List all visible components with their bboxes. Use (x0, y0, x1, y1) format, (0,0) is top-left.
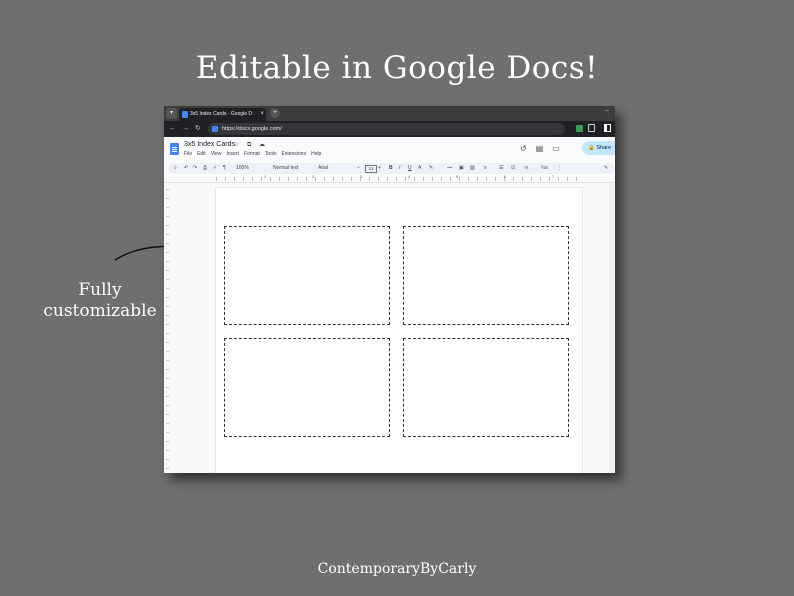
minimize-icon[interactable]: – (605, 107, 609, 114)
header-icons: ↺ ▤ ▭ (520, 144, 560, 153)
vertical-ruler (166, 189, 169, 469)
history-icon[interactable]: ↺ (520, 144, 527, 153)
line-spacing-icon[interactable]: ☰ (499, 163, 503, 174)
checklist-icon[interactable]: ☑ (511, 163, 515, 174)
ruler-number: 2 (312, 175, 314, 179)
document-title[interactable]: 3x5 Index Cards (184, 140, 235, 150)
menu-extensions[interactable]: Extensions (281, 150, 305, 159)
font-select[interactable]: Arial (318, 163, 328, 174)
ruler-number: 5 (456, 175, 458, 179)
text-color-icon[interactable]: A (418, 163, 421, 174)
editing-mode-icon[interactable]: ✎ (604, 163, 608, 174)
url-text: https://docs.google.com/ (222, 126, 282, 132)
back-icon[interactable]: ← (169, 123, 176, 135)
docs-header: 3x5 Index Cards ☆ ⧉ ☁ File Edit View Ins… (164, 137, 615, 163)
side-panel-icon[interactable] (604, 124, 611, 132)
link-icon[interactable]: ⊶ (447, 163, 452, 174)
ruler-number: 6 (504, 175, 506, 179)
side-label-line1: Fully (78, 280, 122, 300)
menu-format[interactable]: Format (244, 150, 260, 159)
docs-logo-icon[interactable] (170, 143, 179, 155)
index-card-3[interactable] (224, 338, 390, 437)
document-canvas (164, 183, 615, 473)
share-button[interactable]: 🔒 Share (582, 141, 615, 155)
browser-window: ▾ 3x5 Index Cards - Google Docs × + – ← … (164, 106, 615, 473)
style-select[interactable]: Normal text (273, 163, 299, 174)
menu-view[interactable]: View (211, 150, 222, 159)
extension-icon[interactable] (576, 125, 583, 132)
paint-format-icon[interactable]: ¶ (223, 163, 226, 174)
brand-footer: ContemporaryByCarly (317, 561, 477, 577)
new-tab-button[interactable]: + (270, 108, 280, 118)
browser-tab[interactable]: 3x5 Index Cards - Google Docs × (179, 108, 266, 121)
ruler-number: 1 (264, 175, 266, 179)
search-icon[interactable]: ⌕ (174, 163, 177, 174)
more-options-icon[interactable]: ⋮ (557, 163, 562, 174)
italic-icon[interactable]: I (399, 163, 400, 174)
ruler-number: 4 (408, 175, 410, 179)
image-icon[interactable]: ▨ (470, 163, 475, 174)
tab-groups-icon[interactable] (588, 124, 595, 132)
formatting-toolbar: ⌕ ↶ ↷ ⎙ ✓ ¶ 100% Normal text Arial − 11 … (168, 163, 615, 174)
bold-icon[interactable]: B (389, 163, 393, 174)
font-size-input[interactable]: 11 (365, 165, 377, 173)
comment-icon[interactable]: ▤ (536, 144, 544, 153)
ruler-number: 7 (552, 175, 554, 179)
menu-insert[interactable]: Insert (226, 150, 239, 159)
reload-icon[interactable]: ↻ (195, 123, 201, 135)
redo-icon[interactable]: ↷ (193, 163, 197, 174)
print-icon[interactable]: ⎙ (203, 163, 207, 174)
docs-favicon-icon (182, 111, 188, 118)
horizontal-ruler: 1 2 3 4 5 6 7 (164, 175, 615, 183)
spellcheck-icon[interactable]: ✓ (213, 163, 217, 174)
forward-icon[interactable]: → (182, 123, 189, 135)
close-tab-icon[interactable]: × (260, 109, 264, 119)
document-page[interactable] (216, 188, 582, 473)
tab-title: 3x5 Index Cards - Google Docs (190, 111, 252, 117)
menu-file[interactable]: File (184, 150, 192, 159)
headline: Editable in Google Docs! (195, 50, 599, 86)
bullet-list-icon[interactable]: ⁝≡ (524, 163, 529, 174)
comment-add-icon[interactable]: ▣ (459, 163, 464, 174)
side-label-line2: customizable (43, 301, 157, 321)
address-bar: ← → ↻ https://docs.google.com/ (164, 121, 615, 137)
ruler-number: 3 (360, 175, 362, 179)
underline-icon[interactable]: U (408, 163, 412, 174)
side-label: Fully customizable (40, 280, 160, 322)
zoom-select[interactable]: 100% (236, 163, 249, 174)
vertical-scrollbar[interactable] (609, 183, 614, 473)
index-card-2[interactable] (403, 226, 569, 325)
title-actions-icon[interactable]: ☆ ⧉ ☁ (234, 141, 268, 149)
tab-strip: ▾ 3x5 Index Cards - Google Docs × + – (164, 106, 615, 121)
menu-help[interactable]: Help (311, 150, 321, 159)
url-input[interactable]: https://docs.google.com/ (208, 123, 565, 135)
menu-edit[interactable]: Edit (197, 150, 206, 159)
increase-font-icon[interactable]: + (378, 163, 381, 174)
ruler-ticks (216, 177, 582, 181)
menu-bar: File Edit View Insert Format Tools Exten… (184, 150, 321, 159)
index-card-4[interactable] (403, 338, 569, 437)
numbered-list-icon[interactable]: ⅓≡ (541, 163, 548, 174)
site-icon (212, 126, 218, 132)
share-label: Share (596, 145, 612, 151)
menu-tools[interactable]: Tools (265, 150, 277, 159)
share-lock-icon: 🔒 (588, 145, 595, 151)
meet-icon[interactable]: ▭ (552, 144, 560, 153)
tab-search-icon[interactable]: ▾ (166, 108, 177, 119)
undo-icon[interactable]: ↶ (184, 163, 188, 174)
highlight-icon[interactable]: ✎ (429, 163, 433, 174)
index-card-1[interactable] (224, 226, 390, 325)
decrease-font-icon[interactable]: − (357, 163, 360, 174)
align-icon[interactable]: ≡ (484, 163, 487, 174)
